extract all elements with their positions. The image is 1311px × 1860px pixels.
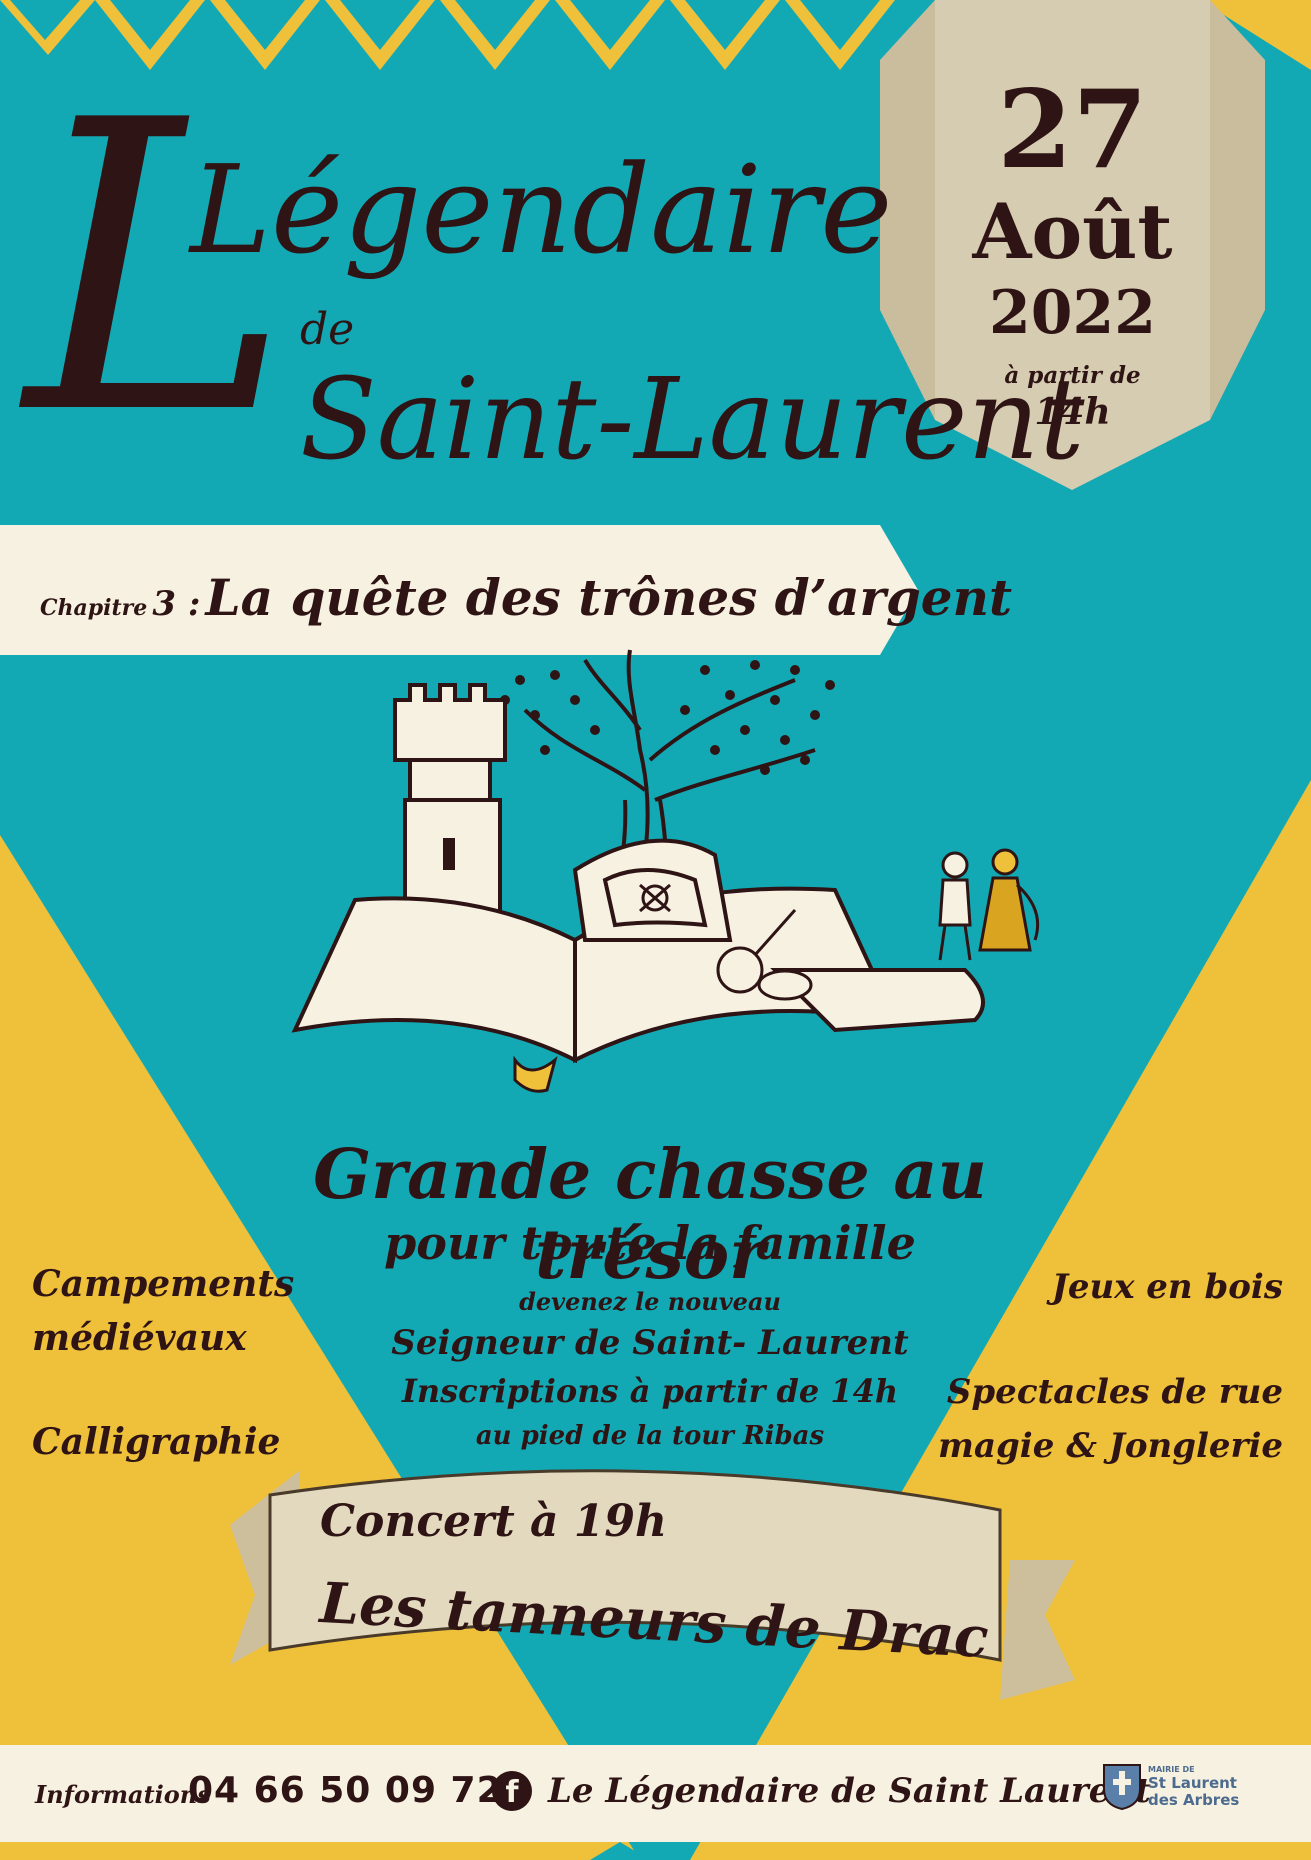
right-activity-3: magie & Jonglerie xyxy=(938,1426,1283,1466)
title-line2: de xyxy=(300,304,355,355)
date-year: 2022 xyxy=(989,278,1156,348)
event-subheadline: pour toute la famille xyxy=(384,1216,916,1270)
mairie-name2: des Arbres xyxy=(1148,1791,1240,1809)
mairie-name1: St Laurent xyxy=(1148,1774,1237,1792)
facebook-icon[interactable]: f xyxy=(492,1771,532,1811)
date-day: 27 xyxy=(997,67,1148,193)
event-line-1: devenez le nouveau xyxy=(519,1287,781,1316)
two-figures xyxy=(938,848,1040,961)
date-from-label: à partir de xyxy=(1004,362,1141,389)
left-activity-3: Calligraphie xyxy=(32,1421,281,1463)
event-line-3: Inscriptions à partir de 14h xyxy=(401,1372,899,1410)
chapter-line: Chapitre 3 : La quête des trônes d’argen… xyxy=(40,568,1012,628)
chapter-label: Chapitre xyxy=(40,595,148,621)
title-initial-L: L xyxy=(25,37,291,502)
illustration-book-tower-tree xyxy=(291,649,1040,1093)
poster: L Légendaire de Saint-Laurent 27 Août 20… xyxy=(0,0,1311,1860)
left-activity-2: médiévaux xyxy=(32,1317,247,1359)
chapter-name: La quête des trônes d’argent xyxy=(205,568,1013,627)
date-month: Août xyxy=(972,187,1173,276)
mairie-crest-icon xyxy=(1102,1763,1142,1811)
left-activity-1: Campements xyxy=(32,1263,295,1305)
event-line-2: Seigneur de Saint- Laurent xyxy=(391,1323,909,1363)
footer-phone[interactable]: 04 66 50 09 72 xyxy=(188,1766,503,1816)
mairie-logo-text: MAIRIE DE St Laurent des Arbres xyxy=(1148,1765,1258,1809)
ribbon-bookmark xyxy=(513,1055,558,1093)
tree-leaves xyxy=(485,660,835,775)
chapter-number: 3 : xyxy=(152,584,201,624)
open-book xyxy=(291,838,985,1064)
right-activity-1: Jeux en bois xyxy=(1051,1267,1283,1307)
event-line-4: au pied de la tour Ribas xyxy=(475,1421,825,1451)
footer-facebook-page[interactable]: Le Légendaire de Saint Laurent xyxy=(548,1768,1151,1814)
footer-info-label: Informations xyxy=(35,1780,211,1809)
date-time: 14h xyxy=(1034,391,1111,433)
right-activity-2: Spectacles de rue xyxy=(946,1372,1283,1412)
concert-time: Concert à 19h xyxy=(320,1496,668,1547)
title-line1: Légendaire xyxy=(190,139,893,281)
